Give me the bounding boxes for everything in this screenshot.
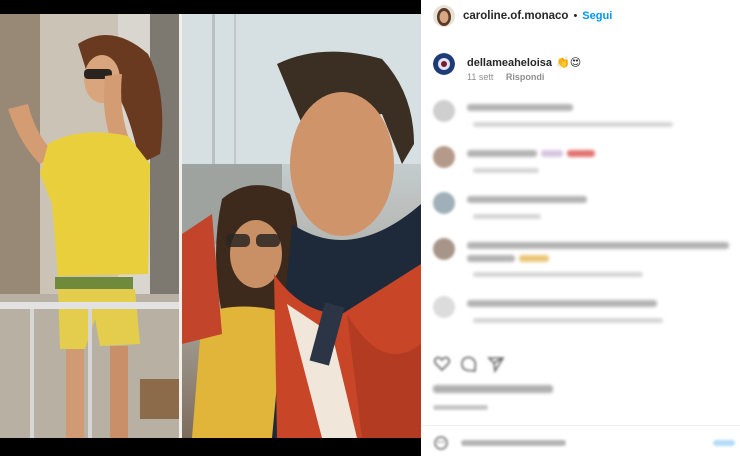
blurred-comment xyxy=(433,192,733,232)
header-separator: • xyxy=(573,10,578,22)
photo-right-couple xyxy=(182,14,421,438)
blurred-comment xyxy=(433,146,733,186)
comment-text: 👏😍 xyxy=(556,57,582,69)
divider xyxy=(421,425,740,426)
commenter-avatar[interactable] xyxy=(433,53,455,75)
reply-button[interactable]: Rispondi xyxy=(506,72,545,82)
add-comment-input[interactable] xyxy=(461,440,566,446)
emoji-icon[interactable] xyxy=(433,436,449,450)
post-header: caroline.of.monaco • Segui xyxy=(421,0,740,32)
photo-left-woman-on-deck xyxy=(0,14,179,438)
commenter-username[interactable]: dellameaheloisa xyxy=(467,57,552,69)
post-date xyxy=(433,405,488,410)
post-actions xyxy=(433,355,733,375)
heart-icon[interactable] xyxy=(433,355,451,373)
comment-time: 11 sett xyxy=(467,72,494,82)
blurred-comment xyxy=(433,296,733,336)
blurred-comment xyxy=(433,100,733,140)
comment-icon[interactable] xyxy=(460,355,478,373)
post-photo[interactable] xyxy=(0,0,421,456)
author-username[interactable]: caroline.of.monaco xyxy=(463,10,568,22)
author-avatar[interactable] xyxy=(433,5,455,27)
add-comment-bar xyxy=(433,436,735,450)
likes-count[interactable] xyxy=(433,385,553,393)
blurred-comment xyxy=(433,238,733,282)
post-comment-button[interactable] xyxy=(713,440,735,446)
paper-plane-icon[interactable] xyxy=(487,355,505,374)
comments-panel: caroline.of.monaco • Segui dellameaheloi… xyxy=(421,0,740,456)
follow-button[interactable]: Segui xyxy=(582,10,612,22)
